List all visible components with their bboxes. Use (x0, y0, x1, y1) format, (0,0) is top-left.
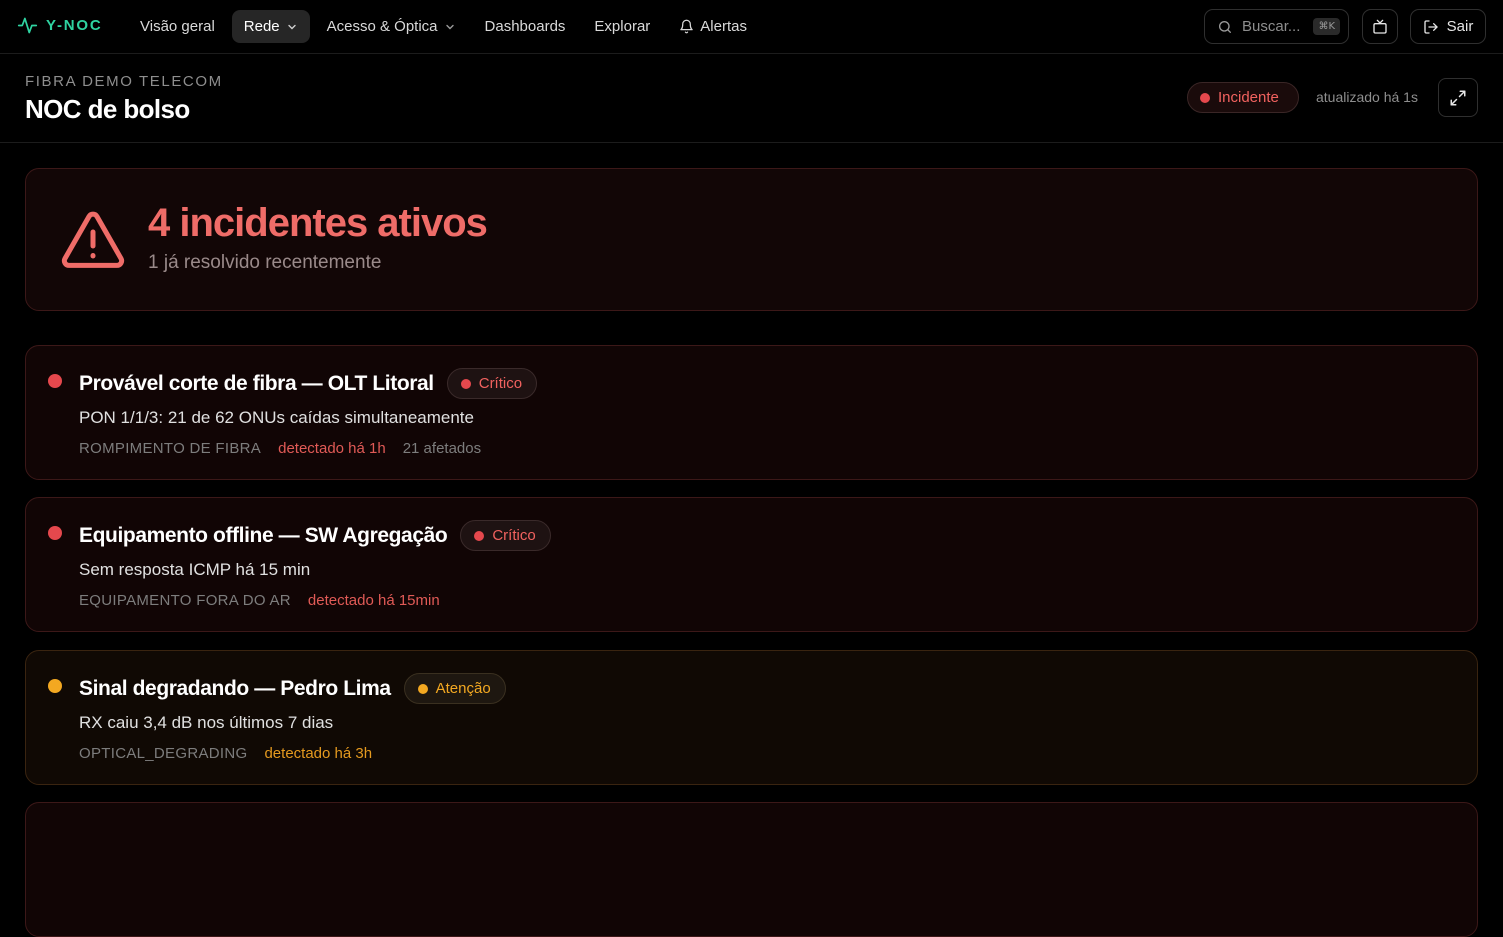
severity-badge-dot-icon (417, 683, 428, 694)
organization-name: FIBRA DEMO TELECOM (25, 73, 223, 90)
severity-dot-icon (48, 679, 62, 693)
nav-item-network[interactable]: Rede (231, 10, 310, 43)
expand-icon (1450, 90, 1466, 105)
logout-icon (1423, 19, 1438, 34)
severity-dot-icon (48, 374, 62, 388)
incident-type: ROMPIMENTO DE FIBRA (79, 440, 262, 457)
active-incidents-count: 4 incidentes ativos (148, 201, 488, 245)
tv-icon (1373, 19, 1387, 34)
incident-title-row: Provável corte de fibra — OLT Litoral Cr… (79, 368, 538, 399)
incident-meta: OPTICAL_DEGRADING detectado há 3h (79, 745, 372, 762)
app-logo[interactable]: Y-NOC (17, 15, 103, 36)
search-icon (1219, 20, 1231, 33)
incident-meta: ROMPIMENTO DE FIBRA detectado há 1h 21 a… (79, 440, 481, 457)
fullscreen-button[interactable] (1438, 78, 1478, 117)
severity-badge: Atenção (403, 673, 506, 704)
severity-label: Crítico (492, 527, 536, 544)
last-updated-text: atualizado há 1s (1316, 89, 1418, 105)
incident-title: Sinal degradando — Pedro Lima (79, 676, 391, 700)
page-header: FIBRA DEMO TELECOM NOC de bolso Incident… (0, 54, 1503, 143)
incident-card-partial[interactable] (25, 802, 1478, 937)
incident-detected-time: detectado há 15min (307, 592, 440, 609)
nav-item-label: Dashboards (484, 18, 566, 35)
logout-label: Sair (1446, 18, 1474, 35)
nav-item-label: Acesso & Óptica (326, 18, 438, 35)
severity-label: Atenção (435, 680, 491, 697)
main-nav: Visão geral Rede Acesso & Óptica Dashboa… (128, 10, 764, 43)
incident-card-equipment-offline[interactable]: Equipamento offline — SW Agregação Críti… (25, 497, 1478, 632)
incident-description: PON 1/1/3: 21 de 62 ONUs caídas simultan… (79, 408, 474, 427)
incident-summary-card: 4 incidentes ativos 1 já resolvido recen… (25, 168, 1478, 311)
bell-icon (680, 19, 694, 34)
logout-button[interactable]: Sair (1410, 9, 1486, 44)
nav-item-dashboards[interactable]: Dashboards (473, 10, 578, 43)
incident-title-row: Sinal degradando — Pedro Lima Atenção (79, 673, 506, 704)
severity-badge-dot-icon (474, 530, 485, 541)
status-label: Incidente (1218, 89, 1279, 106)
incident-description: Sem resposta ICMP há 15 min (79, 560, 311, 579)
incident-title: Equipamento offline — SW Agregação (79, 523, 448, 547)
chevron-down-icon (287, 24, 296, 29)
severity-dot-icon (48, 526, 62, 540)
tv-mode-button[interactable] (1362, 9, 1398, 44)
nav-item-label: Visão geral (140, 18, 215, 35)
incident-meta: EQUIPAMENTO FORA DO AR detectado há 15mi… (79, 592, 440, 609)
severity-badge: Crítico (446, 368, 538, 399)
nav-item-explore[interactable]: Explorar (582, 10, 662, 43)
severity-badge-dot-icon (460, 378, 471, 389)
incident-detected-time: detectado há 1h (278, 440, 386, 457)
search-shortcut-badge: ⌘K (1313, 18, 1340, 35)
chevron-down-icon (445, 24, 454, 29)
page-title: NOC de bolso (25, 94, 190, 124)
incident-affected-count: 21 afetados (402, 440, 482, 457)
pulse-icon (17, 17, 38, 34)
nav-item-alerts[interactable]: Alertas (667, 10, 759, 43)
incident-title-row: Equipamento offline — SW Agregação Críti… (79, 520, 551, 551)
warning-triangle-icon (61, 211, 125, 268)
severity-label: Crítico (478, 375, 523, 392)
search-placeholder: Buscar... (1242, 18, 1301, 35)
incident-type: EQUIPAMENTO FORA DO AR (79, 592, 291, 609)
nav-item-label: Explorar (594, 18, 651, 35)
app-logo-text: Y-NOC (46, 17, 103, 34)
search-input[interactable]: Buscar... ⌘K (1204, 9, 1349, 44)
incident-card-fiber-cut[interactable]: Provável corte de fibra — OLT Litoral Cr… (25, 345, 1478, 480)
nav-item-label: Alertas (700, 18, 747, 35)
nav-item-label: Rede (243, 18, 280, 35)
severity-badge: Crítico (460, 520, 551, 551)
incident-type: OPTICAL_DEGRADING (79, 745, 248, 762)
status-dot-icon (1200, 92, 1210, 103)
incident-card-signal-degrading[interactable]: Sinal degradando — Pedro Lima Atenção RX… (25, 650, 1478, 785)
incident-description: RX caiu 3,4 dB nos últimos 7 dias (79, 713, 334, 732)
incident-title: Provável corte de fibra — OLT Litoral (79, 371, 434, 395)
top-navigation-bar: Y-NOC Visão geral Rede Acesso & Óptica D… (0, 0, 1503, 54)
resolved-incidents-text: 1 já resolvido recentemente (148, 252, 382, 273)
status-badge: Incidente (1187, 82, 1299, 113)
incident-detected-time: detectado há 3h (264, 745, 373, 762)
nav-item-overview[interactable]: Visão geral (128, 10, 227, 43)
nav-item-access-optics[interactable]: Acesso & Óptica (315, 10, 468, 43)
